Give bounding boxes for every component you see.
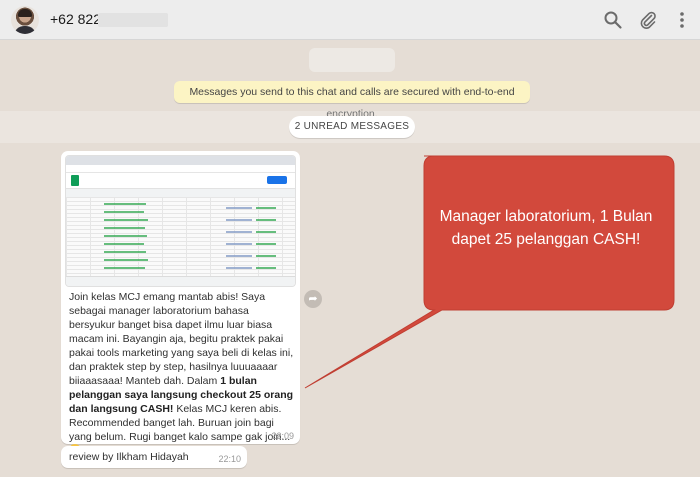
sheet-cell-link — [226, 255, 252, 257]
sheet-cell-highlight — [256, 207, 276, 209]
sheet-cell-link — [226, 231, 252, 233]
chat-header: +62 822- — [0, 0, 700, 40]
sheet-cell-highlight — [256, 267, 276, 269]
sheets-logo-icon — [71, 175, 79, 186]
encryption-notice[interactable]: Messages you send to this chat and calls… — [174, 81, 530, 120]
contact-avatar[interactable] — [11, 6, 39, 34]
sheet-cell-highlight — [104, 259, 148, 261]
sheet-cell-highlight — [256, 231, 276, 233]
sheet-cell-highlight — [104, 227, 145, 229]
sheet-cell-link — [226, 219, 252, 221]
browser-tabs — [66, 156, 295, 165]
callout-text: Manager laboratorium, 1 Bulan dapet 25 p… — [439, 208, 653, 248]
incoming-message-bubble[interactable]: Join kelas MCJ emang mantab abis! Saya s… — [61, 151, 300, 456]
search-icon[interactable] — [603, 10, 623, 30]
sheet-cell-link — [226, 243, 252, 245]
browser-url-bar — [66, 165, 295, 173]
avatar-hair — [18, 9, 32, 17]
sheet-cell-link — [226, 207, 252, 209]
menu-icon[interactable] — [672, 10, 692, 30]
message-text: review by Ilkham Hidayah — [69, 451, 189, 463]
message-text: Join kelas MCJ emang mantab abis! Saya s… — [69, 290, 295, 458]
message-time: 22:10 — [218, 454, 241, 464]
date-chip-redacted — [309, 48, 395, 72]
sheet-cell-highlight — [104, 219, 148, 221]
sheet-cell-highlight — [104, 251, 146, 253]
sheet-cell-link — [226, 267, 252, 269]
sheet-bottom-bar — [66, 276, 295, 286]
sheet-cell-highlight — [104, 267, 145, 269]
contact-number-redacted — [98, 13, 168, 27]
sheet-cell-highlight — [256, 219, 276, 221]
unread-messages-badge: 2 UNREAD MESSAGES — [289, 116, 415, 138]
sheet-cell-highlight — [104, 203, 146, 205]
incoming-message-bubble-2[interactable]: review by Ilkham Hidayah 22:10 — [61, 446, 247, 468]
sheet-cell-highlight — [256, 255, 276, 257]
sheet-cell-highlight — [256, 243, 276, 245]
sheet-cell-highlight — [104, 235, 147, 237]
forward-icon[interactable]: ➦ — [304, 290, 322, 308]
attached-spreadsheet-screenshot[interactable] — [65, 155, 296, 287]
avatar-shirt — [14, 26, 36, 34]
sheet-grid — [66, 197, 295, 277]
attach-icon[interactable] — [638, 10, 658, 30]
sheet-toolbar — [66, 189, 295, 197]
sheet-cell-highlight — [104, 243, 144, 245]
sheet-cell-highlight — [104, 211, 144, 213]
share-button-thumbnail — [267, 176, 287, 184]
message-time: 22:09 — [271, 431, 294, 441]
message-text-part1: Join kelas MCJ emang mantab abis! Saya s… — [69, 291, 294, 387]
sheet-header — [66, 173, 295, 189]
